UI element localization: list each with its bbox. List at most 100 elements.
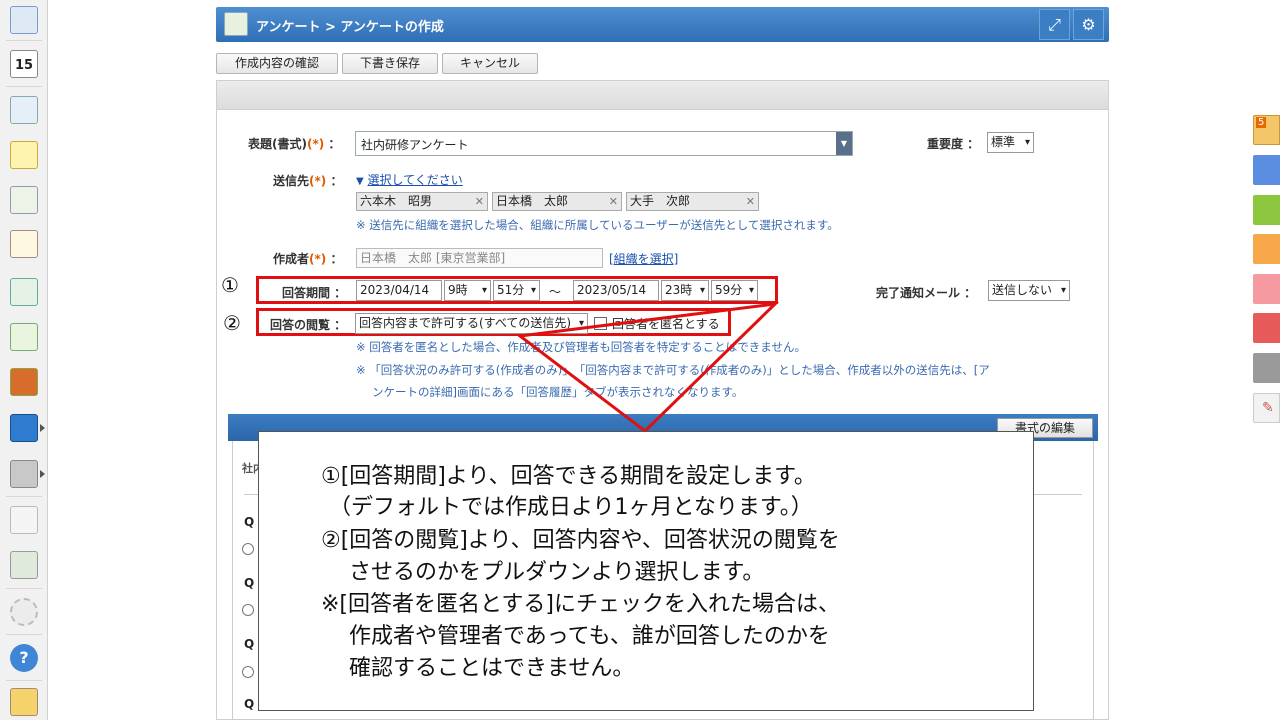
org-select-link[interactable]: [組織を選択] (609, 250, 678, 267)
view-label: 回答の閲覧 ： (270, 318, 347, 332)
callout-line-4: させるのかをプルダウンより選択します。 (349, 560, 765, 585)
sidebar-divider (6, 496, 42, 497)
period-start-hour[interactable]: 9時 ▾ (444, 280, 491, 301)
settings-cog-icon[interactable] (10, 598, 38, 626)
anonymous-checkbox[interactable] (594, 317, 607, 330)
view-select[interactable]: 回答内容まで許可する(すべての送信先) ▾ (355, 313, 588, 334)
view-note-2b: ンケートの詳細]画面にある「回答履歴」タブが表示されなくなります。 (372, 385, 744, 399)
recipient-chip[interactable]: 日本橋 太郎 ✕ (492, 192, 622, 211)
document-icon[interactable] (10, 230, 38, 258)
radio-option[interactable] (242, 543, 254, 555)
user-avatar-icon[interactable] (10, 688, 38, 716)
books-icon[interactable] (10, 368, 38, 396)
folder-expand-arrow[interactable] (40, 470, 45, 478)
link-banner-icon-2[interactable] (10, 551, 38, 579)
notification-badge: 5 (1256, 117, 1267, 128)
save-draft-button[interactable]: 下書き保存 (342, 53, 438, 74)
confirm-button[interactable]: 作成内容の確認 (216, 53, 338, 74)
color-tab-blue[interactable] (1253, 155, 1280, 185)
recipients-note: ※ 送信先に組織を選択した場合、組織に所属しているユーザーが送信先として選択され… (356, 218, 839, 232)
help-icon[interactable]: ? (10, 644, 38, 672)
app-sidebar: 15 ? (0, 0, 48, 720)
period-start-date[interactable]: 2023/04/14 (356, 280, 442, 301)
question-mark: Q (244, 515, 255, 529)
radio-option[interactable] (242, 666, 254, 678)
color-tab-orange[interactable] (1253, 234, 1280, 264)
gear-icon: ⚙ (1081, 15, 1096, 34)
recipient-chip[interactable]: 六本木 昭男 ✕ (356, 192, 488, 211)
remove-icon: ✕ (608, 195, 618, 208)
sidebar-divider (6, 588, 42, 589)
annotation-number-1: ① (221, 273, 239, 297)
recipients-label: 送信先(*) ： (273, 174, 343, 188)
creator-field: 日本橋 太郎 [東京営業部] (356, 248, 603, 268)
remove-icon: ✕ (745, 195, 755, 208)
annotation-number-2: ② (223, 311, 241, 335)
callout-line-7: 確認することはできません。 (349, 656, 635, 681)
sidebar-divider (6, 634, 42, 635)
callout-line-5: ※[回答者を匿名とする]にチェックを入れた場合は、 (321, 592, 840, 617)
creator-label: 作成者(*) ： (273, 252, 343, 266)
memo-icon[interactable] (10, 141, 38, 169)
workflow-icon[interactable] (10, 323, 38, 351)
period-separator: ～ (549, 285, 562, 299)
callout-line-1: ①[回答期間]より、回答できる期間を設定します。 (321, 464, 816, 489)
callout-line-6: 作成者や管理者であっても、誰が回答したのかを (349, 624, 830, 649)
survey-app-icon (224, 12, 248, 36)
period-end-hour[interactable]: 23時 ▾ (661, 280, 709, 301)
color-tab-gray[interactable] (1253, 353, 1280, 383)
period-end-minute[interactable]: 59分 ▾ (711, 280, 758, 301)
callout-line-2: （デフォルトでは作成日より1ヶ月となります。） (329, 495, 813, 520)
completion-mail-select[interactable]: 送信しない ▾ (988, 280, 1070, 301)
link-banner-icon[interactable] (10, 506, 38, 534)
pencil-tab[interactable]: ✎ (1253, 393, 1280, 423)
panel-header-band (217, 81, 1108, 110)
view-note-1: ※ 回答者を匿名とした場合、作成者及び管理者も回答者を特定することはできません。 (356, 340, 806, 354)
page-header: アンケート > アンケートの作成 ⤢ ⚙ (216, 7, 1109, 42)
chevron-down-icon[interactable]: ▼ (836, 132, 852, 155)
subject-label: 表題(書式)(*) ： (248, 137, 341, 151)
color-tab-pink[interactable] (1253, 274, 1280, 304)
neo-icon[interactable] (10, 414, 38, 442)
callout-line-3: ②[回答の閲覧]より、回答内容や、回答状況の閲覧を (321, 528, 840, 553)
sidebar-divider (6, 86, 42, 87)
period-end-date[interactable]: 2023/05/14 (573, 280, 659, 301)
page-title: アンケート > アンケートの作成 (256, 20, 444, 35)
settings-button[interactable]: ⚙ (1073, 9, 1104, 40)
calendar-day: 15 (14, 58, 34, 73)
subject-value: 社内研修アンケート (361, 138, 469, 152)
color-tab-red[interactable] (1253, 313, 1280, 343)
view-note-2a: ※ 「回答状況のみ許可する(作成者のみ)」、「回答内容まで許可する(作成者のみ)… (356, 363, 990, 377)
color-tab-green[interactable] (1253, 195, 1280, 225)
bulletin-icon[interactable] (10, 186, 38, 214)
portal-icon[interactable] (10, 6, 38, 34)
explanation-callout: ①[回答期間]より、回答できる期間を設定します。 （デフォルトでは作成日より1ヶ… (258, 431, 1034, 711)
subject-combobox[interactable]: 社内研修アンケート ▼ (355, 131, 853, 156)
folder-icon[interactable] (10, 460, 38, 488)
anonymous-label[interactable]: 回答者を匿名とする (612, 315, 720, 332)
question-mark: Q (244, 576, 255, 590)
period-label: 回答期間 ： (282, 286, 347, 300)
sidebar-divider (6, 680, 42, 681)
importance-label: 重要度 ： (927, 137, 980, 151)
recipients-select-link[interactable]: ▼ 選択してください (356, 171, 463, 188)
radio-option[interactable] (242, 604, 254, 616)
neo-expand-arrow[interactable] (40, 424, 45, 432)
calendar-icon[interactable]: 15 (10, 50, 38, 78)
question-mark: Q (244, 637, 255, 651)
triangle-down-icon: ▼ (356, 176, 364, 187)
cancel-button[interactable]: キャンセル (442, 53, 538, 74)
survey-icon[interactable] (10, 278, 38, 306)
importance-select[interactable]: 標準 ▾ (987, 132, 1034, 153)
notification-tab[interactable]: 5 (1253, 115, 1280, 145)
remove-icon: ✕ (474, 195, 484, 208)
period-start-minute[interactable]: 51分 ▾ (493, 280, 540, 301)
completion-mail-label: 完了通知メール ： (876, 286, 977, 300)
question-mark: Q (244, 697, 255, 711)
recipient-chip[interactable]: 大手 次郎 ✕ (626, 192, 759, 211)
expand-icon: ⤢ (1048, 15, 1061, 34)
expand-button[interactable]: ⤢ (1039, 9, 1070, 40)
pencil-icon: ✎ (1262, 400, 1274, 416)
sidebar-divider (6, 40, 42, 41)
report-icon[interactable] (10, 96, 38, 124)
